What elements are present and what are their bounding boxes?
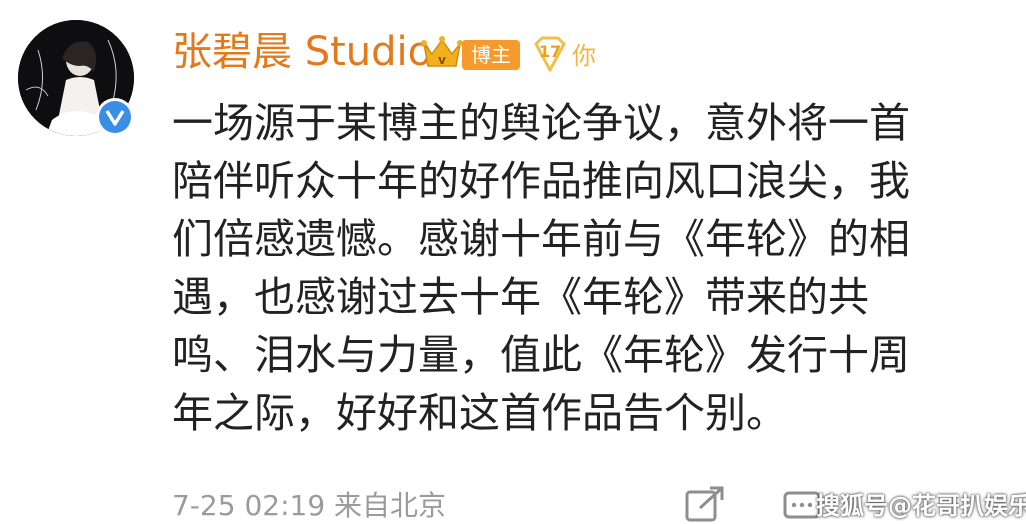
svg-text:v: v: [438, 53, 446, 67]
post-timestamp: 7-25 02:19 来自北京: [172, 489, 447, 522]
post-text-line: 陪伴听众十年的好作品推向风口浪尖，我: [172, 157, 910, 205]
crown-icon: v: [421, 36, 463, 67]
post-text-line: 们倍感遗憾。感谢十年前与《年轮》的相: [172, 215, 910, 263]
level-number: 17: [538, 42, 562, 61]
post-text-line: 一场源于某博主的舆论争议，意外将一首: [172, 99, 910, 147]
author-name[interactable]: 张碧晨 Studio: [172, 28, 432, 76]
post-text-line: 遇，也感谢过去十年《年轮》带来的共: [172, 273, 869, 321]
watermark-text: 搜狐号@花哥扒娱乐: [816, 492, 1026, 520]
verified-v-icon: [96, 98, 134, 136]
post-text-line: 年之际，好好和这首作品告个别。: [172, 389, 787, 437]
blogger-badge: 博主: [462, 40, 520, 70]
level-label: 你: [572, 42, 596, 70]
share-icon[interactable]: [684, 486, 726, 522]
post-text-line: 鸣、泪水与力量，值此《年轮》发行十周: [172, 331, 910, 379]
post-text: 一场源于某博主的舆论争议，意外将一首 陪伴听众十年的好作品推向风口浪尖，我 们倍…: [172, 94, 992, 442]
